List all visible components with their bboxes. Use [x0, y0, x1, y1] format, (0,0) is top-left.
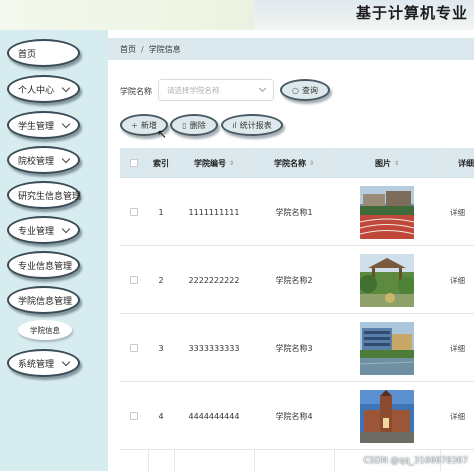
chevron-down-icon — [61, 154, 71, 164]
submenu-item-college-info[interactable]: 学院信息 — [18, 320, 72, 340]
sidebar-item-system-management[interactable]: 系统管理 — [7, 349, 80, 377]
chevron-down-icon — [61, 83, 71, 93]
row-college-name: 学院名称4 — [275, 411, 313, 421]
sidebar-item-label: 个人中心 — [18, 85, 55, 96]
row-index: 3 — [158, 343, 164, 353]
column-header-image[interactable]: 图片 ⇕ — [334, 148, 440, 178]
delete-button[interactable]: ▯ 删除 — [170, 114, 218, 136]
sidebar-item-major-management[interactable]: 专业管理 — [7, 216, 80, 244]
query-button[interactable]: ○ 查询 — [280, 79, 330, 101]
row-college-name: 学院名称3 — [275, 343, 313, 353]
sidebar: 首页 个人中心 学生管理 院校管理 研究生信息管理 专业管理 专业信息管理 学院… — [0, 30, 108, 471]
row-college-name: 学院名称1 — [275, 207, 313, 217]
detail-link[interactable]: 详细 — [450, 207, 465, 218]
column-header-index: 索引 — [153, 158, 169, 168]
bar-chart-icon: ıl — [232, 120, 237, 130]
search-icon: ○ — [292, 85, 299, 95]
system-title: 基于计算机专业 — [355, 4, 468, 22]
sidebar-item-college-info[interactable]: 学院信息管理 — [7, 286, 80, 314]
college-image-running-track[interactable] — [360, 185, 414, 239]
sort-icon: ⇕ — [308, 159, 315, 167]
table-row[interactable]: 4 4444444444 学院名称4 详细 — [120, 382, 474, 450]
row-college-code: 1111111111 — [188, 207, 240, 217]
row-checkbox[interactable] — [130, 208, 138, 216]
table-row[interactable]: 3 3333333333 学院名称3 详细 — [120, 314, 474, 382]
row-checkbox[interactable] — [130, 412, 138, 420]
row-index: 4 — [158, 411, 164, 421]
row-checkbox[interactable] — [130, 344, 138, 352]
row-college-name: 学院名称2 — [275, 275, 313, 285]
sidebar-item-home[interactable]: 首页 — [7, 39, 80, 67]
select-placeholder: 请选择学院名称 — [167, 85, 220, 95]
search-label: 学院名称 — [120, 87, 152, 96]
detail-link[interactable]: 详细 — [450, 275, 465, 286]
sidebar-item-label: 专业信息管理 — [18, 261, 73, 272]
sidebar-item-label: 系统管理 — [18, 359, 55, 370]
table-row[interactable]: 2 2222222222 学院名称2 详细 — [120, 246, 474, 314]
top-header: 基于计算机专业 — [0, 0, 474, 30]
college-name-select[interactable]: 请选择学院名称 — [158, 79, 274, 101]
detail-link[interactable]: 详细 — [450, 343, 465, 354]
sidebar-item-student-management[interactable]: 学生管理 — [7, 111, 80, 139]
sidebar-item-label: 院校管理 — [18, 156, 55, 167]
submenu-item-label: 学院信息 — [30, 325, 60, 335]
chevron-down-icon — [61, 224, 71, 234]
stats-report-button[interactable]: ıl 统计报表 — [221, 114, 283, 136]
row-checkbox[interactable] — [130, 276, 138, 284]
row-college-code: 4444444444 — [188, 411, 240, 421]
college-table: 索引 学院编号 ⇕ 学院名称 ⇕ 图片 ⇕ 详细 1 1111111111 学院名 — [120, 148, 474, 471]
select-all-cell — [120, 148, 148, 178]
sidebar-item-label: 学院信息管理 — [18, 296, 73, 307]
chevron-down-icon — [61, 357, 71, 367]
select-all-checkbox[interactable] — [130, 159, 138, 167]
sidebar-item-label: 研究生信息管理 — [18, 191, 82, 202]
plus-icon: + — [131, 120, 138, 130]
breadcrumb-current: 学院信息 — [148, 44, 181, 54]
watermark: CSDN @qq_3166678367 — [363, 456, 468, 466]
row-index: 1 — [158, 207, 164, 217]
chevron-down-icon — [258, 84, 267, 93]
college-image-lake-building[interactable] — [360, 321, 414, 375]
breadcrumb-separator: / — [141, 44, 144, 54]
sidebar-item-graduate-info[interactable]: 研究生信息管理 — [7, 181, 82, 209]
mouse-cursor-icon: ↖ — [157, 127, 168, 141]
sidebar-item-school-management[interactable]: 院校管理 — [7, 146, 80, 174]
college-image-garden-pavilion[interactable] — [360, 253, 414, 307]
column-header-detail: 详细 — [458, 158, 474, 168]
main-content: 首页 / 学院信息 学院名称 请选择学院名称 ○ 查询 + 新增 ▯ 删除 ıl… — [108, 30, 474, 471]
college-image-brick-tower[interactable] — [360, 389, 414, 443]
table-row[interactable]: 1 1111111111 学院名称1 详细 — [120, 178, 474, 246]
row-college-code: 2222222222 — [188, 275, 240, 285]
breadcrumb-home[interactable]: 首页 — [120, 44, 136, 55]
row-index: 2 — [158, 275, 164, 285]
row-college-code: 3333333333 — [188, 343, 240, 353]
sidebar-item-label: 专业管理 — [18, 226, 55, 237]
sidebar-item-personal-center[interactable]: 个人中心 — [7, 75, 80, 103]
breadcrumb: 首页 / 学院信息 — [108, 38, 474, 60]
sidebar-item-label: 首页 — [18, 49, 37, 60]
sidebar-item-major-info[interactable]: 专业信息管理 — [7, 251, 80, 279]
sort-icon: ⇕ — [393, 159, 400, 167]
detail-link[interactable]: 详细 — [450, 411, 465, 422]
trash-icon: ▯ — [182, 120, 187, 130]
sort-icon: ⇕ — [228, 159, 235, 167]
column-header-name[interactable]: 学院名称 ⇕ — [254, 148, 334, 178]
chevron-down-icon — [61, 119, 71, 129]
sidebar-item-label: 学生管理 — [18, 121, 55, 132]
column-header-code[interactable]: 学院编号 ⇕ — [174, 148, 254, 178]
